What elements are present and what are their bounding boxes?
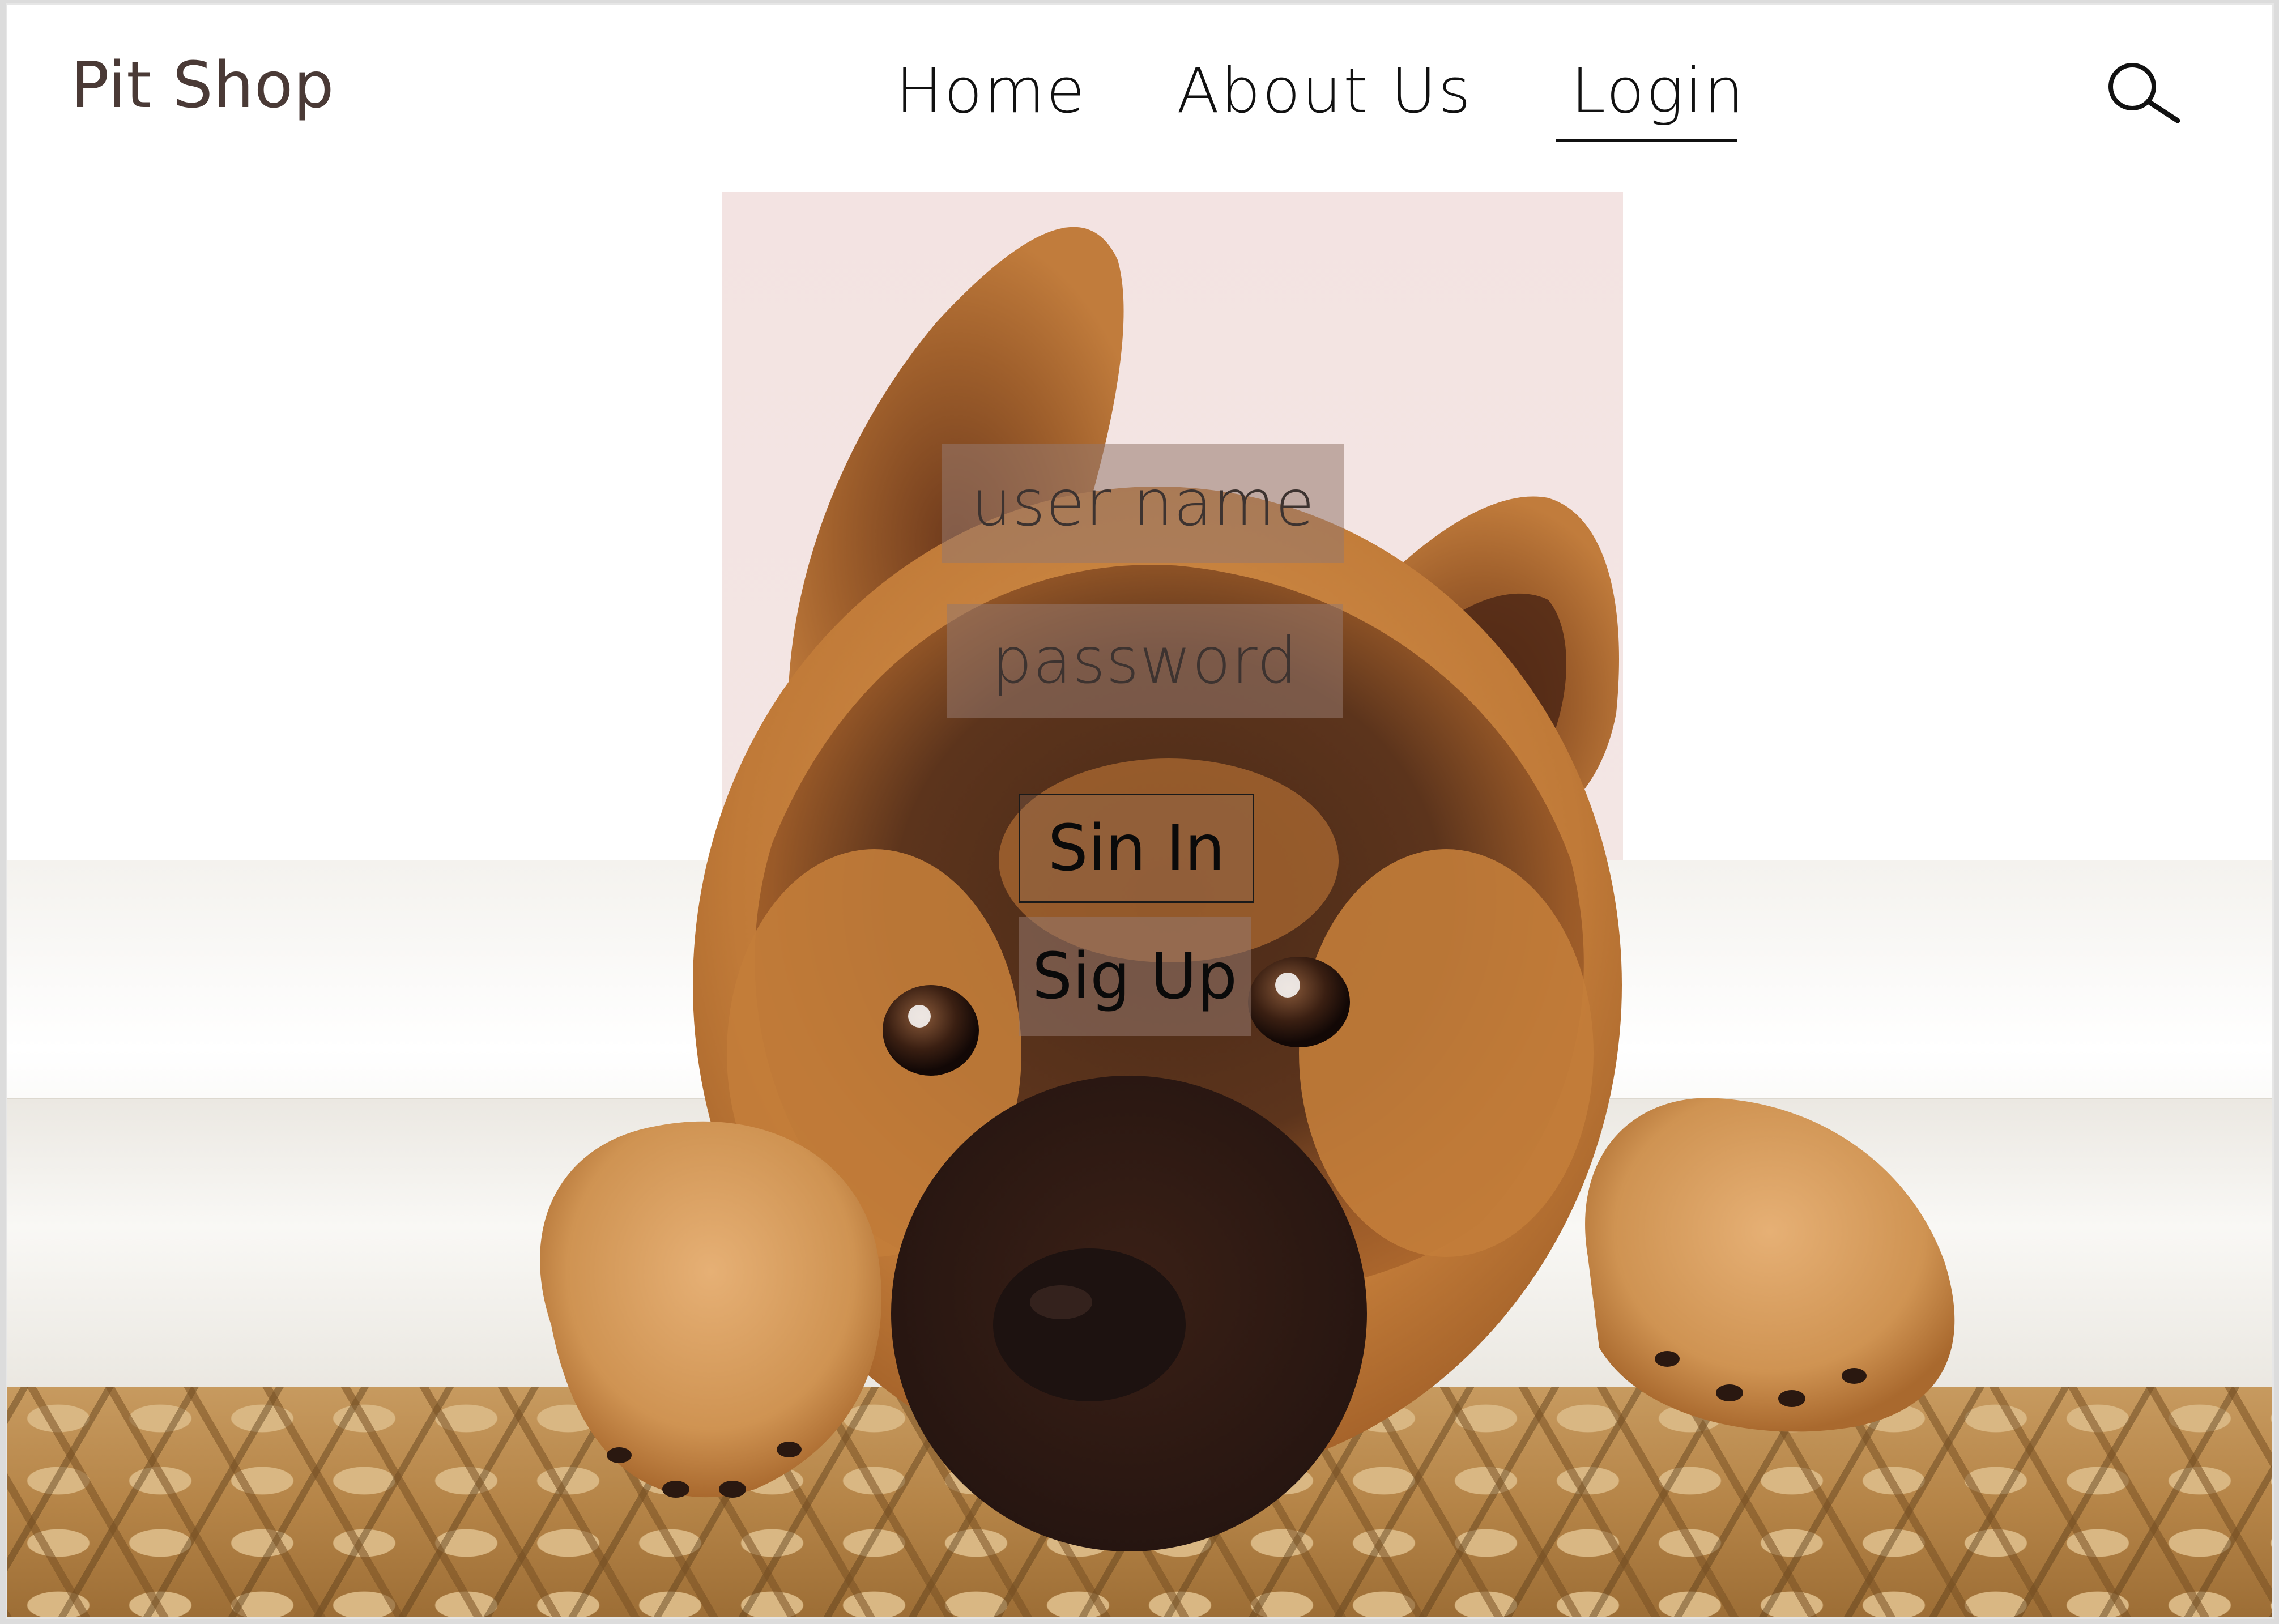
sign-in-button[interactable]: Sin In <box>1019 794 1254 903</box>
sign-up-button[interactable]: Sig Up <box>1019 917 1251 1036</box>
nav-about-us[interactable]: About Us <box>1177 59 1472 122</box>
nav-home[interactable]: Home <box>896 59 1087 122</box>
search-icon[interactable] <box>2101 59 2183 125</box>
page: Pit Shop Home About Us Login user name p… <box>6 3 2274 1619</box>
nav-login[interactable]: Login <box>1571 59 1745 122</box>
hero-scene <box>7 192 2272 1617</box>
puppy-image <box>540 227 1955 1551</box>
nav-active-underline <box>1556 139 1737 142</box>
brand-logo[interactable]: Pit Shop <box>71 54 334 117</box>
password-input[interactable]: password <box>947 604 1343 718</box>
username-input[interactable]: user name <box>942 444 1344 563</box>
